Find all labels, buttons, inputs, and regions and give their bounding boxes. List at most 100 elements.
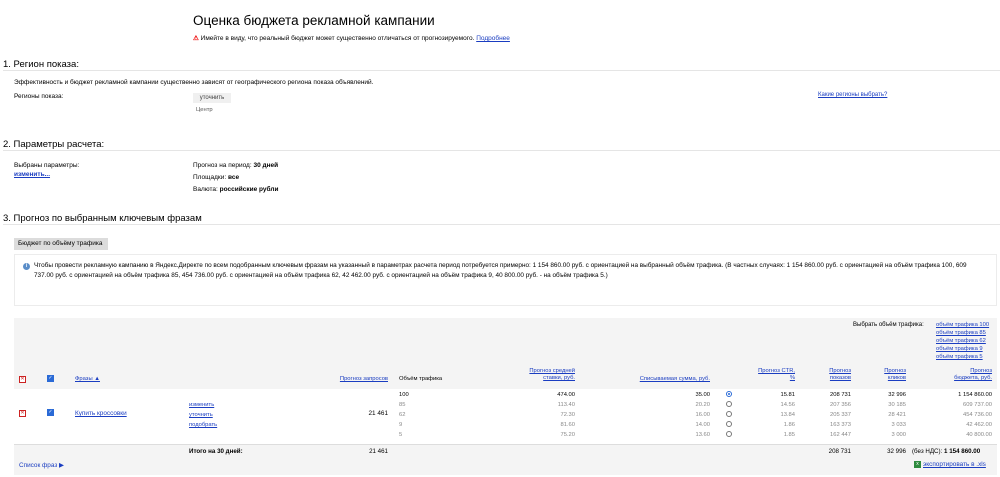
forecast-info-text: Чтобы провести рекламную кампанию в Янде… <box>34 262 967 279</box>
region-value: Центр <box>196 107 213 113</box>
params-section-title: 2. Параметры расчета: <box>3 139 105 150</box>
bid-value: 75.20 <box>560 432 575 438</box>
volume-link-85[interactable]: объём трафика 85 <box>936 329 989 337</box>
volume-link-5[interactable]: объём трафика 5 <box>936 353 989 361</box>
period-label: Прогноз на период: <box>193 162 252 169</box>
totals-divider <box>14 444 997 445</box>
phrase-link[interactable]: Купить кроссовки <box>75 410 127 417</box>
select-all-checkbox[interactable]: ✓ <box>47 375 54 382</box>
requests-header[interactable]: Прогноз запросов <box>315 376 388 383</box>
bid-value: 474.00 <box>557 392 575 398</box>
totals-budget-prefix: (без НДС): <box>912 448 943 455</box>
charged-value: 14.00 <box>695 422 710 428</box>
totals-impressions: 208 731 <box>828 448 851 455</box>
refine-phrase-link[interactable]: уточнить <box>189 412 213 418</box>
totals-requests: 21 461 <box>369 448 388 455</box>
refine-region-button[interactable]: уточнить <box>193 93 231 103</box>
currency-value: российские рубли <box>219 186 279 193</box>
traffic-volume-radio[interactable] <box>726 391 732 397</box>
clicks-value: 32 996 <box>888 392 906 398</box>
period-value: 30 дней <box>253 162 279 169</box>
ctr-header[interactable]: Прогноз CTR, % <box>755 368 795 382</box>
clicks-value: 30 185 <box>888 402 906 408</box>
export-xls-link[interactable]: экспортировать в .xls <box>923 461 986 468</box>
impressions-header[interactable]: Прогноз показов <box>815 368 851 382</box>
forecast-info-box: i Чтобы провести рекламную кампанию в Ян… <box>14 254 997 306</box>
warning-message: ⚠ Имейте в виду, что реальный бюджет мож… <box>193 34 510 42</box>
volume-link-100[interactable]: объём трафика 100 <box>936 321 989 329</box>
traffic-value: 62 <box>399 412 406 418</box>
section-divider <box>3 70 1000 71</box>
charged-value: 35.00 <box>695 392 710 398</box>
totals-clicks: 32 996 <box>887 448 906 455</box>
totals-budget-value: 1 154 860.00 <box>944 448 981 455</box>
edit-phrase-link[interactable]: изменить <box>189 402 214 408</box>
totals-budget: (без НДС): 1 154 860.00 <box>912 448 980 455</box>
page-title: Оценка бюджета рекламной кампании <box>193 13 435 28</box>
ctr-value: 1.85 <box>783 432 795 438</box>
clicks-value: 3 033 <box>891 422 906 428</box>
volume-link-62[interactable]: объём трафика 62 <box>936 337 989 345</box>
charged-value: 20.20 <box>695 402 710 408</box>
ctr-value: 15.81 <box>780 392 795 398</box>
traffic-volume-radio[interactable] <box>726 431 732 437</box>
ctr-value: 1.86 <box>783 422 795 428</box>
section-divider <box>3 224 1000 225</box>
excel-icon: x <box>914 461 921 468</box>
ctr-value: 13.84 <box>780 412 795 418</box>
period-param: Прогноз на период: 30 дней <box>193 162 278 169</box>
budget-value: 1 154 860.00 <box>958 392 992 398</box>
warning-text: Имейте в виду, что реальный бюджет может… <box>200 35 475 42</box>
totals-label: Итого на 30 дней: <box>189 448 243 455</box>
traffic-value: 9 <box>399 422 403 428</box>
traffic-header: Объём трафика <box>399 376 443 382</box>
clicks-value: 28 421 <box>888 412 906 418</box>
bid-header[interactable]: Прогноз средней ставки, руб. <box>515 368 575 382</box>
traffic-value: 5 <box>399 432 403 438</box>
currency-label: Валюта: <box>193 186 218 193</box>
pick-phrase-link[interactable]: подобрать <box>189 422 217 428</box>
bid-value: 81.60 <box>560 422 575 428</box>
volume-links: объём трафика 100 объём трафика 85 объём… <box>936 321 989 361</box>
tab-budget-by-traffic[interactable]: Бюджет по объёму трафика <box>14 238 108 250</box>
delete-all-checkbox[interactable]: ✕ <box>19 376 26 383</box>
sites-value: все <box>228 174 240 181</box>
impressions-value: 162 447 <box>830 432 851 438</box>
budget-header[interactable]: Прогноз бюджета, руб. <box>945 368 992 382</box>
traffic-volume-radio[interactable] <box>726 411 732 417</box>
traffic-volume-radio[interactable] <box>726 401 732 407</box>
clicks-header[interactable]: Прогноз кликов <box>872 368 906 382</box>
charged-value: 13.60 <box>695 432 710 438</box>
phrase-list-link[interactable]: Список фраз ▶ <box>19 461 64 469</box>
which-regions-link[interactable]: Какие регионы выбрать? <box>818 92 887 98</box>
change-params-link[interactable]: изменить... <box>14 171 50 178</box>
clicks-value: 3 000 <box>891 432 906 438</box>
sites-param: Площадки: все <box>193 174 239 181</box>
bid-value: 113.40 <box>557 402 575 408</box>
impressions-value: 205 337 <box>830 412 851 418</box>
forecast-section-title: 3. Прогноз по выбранным ключевым фразам <box>3 213 202 224</box>
phrase-checkbox[interactable]: ✓ <box>47 409 54 416</box>
traffic-value: 85 <box>399 402 406 408</box>
volume-link-9[interactable]: объём трафика 9 <box>936 345 989 353</box>
impressions-value: 207 356 <box>830 402 851 408</box>
impressions-value: 208 731 <box>830 392 851 398</box>
charged-header[interactable]: Списываемая сумма, руб. <box>620 376 710 383</box>
section-divider <box>3 150 1000 151</box>
ctr-value: 14.56 <box>780 402 795 408</box>
export-xls[interactable]: x экспортировать в .xls <box>914 461 986 468</box>
budget-value: 42 462.00 <box>966 422 992 428</box>
impressions-value: 163 373 <box>830 422 851 428</box>
more-info-link[interactable]: Подробнее <box>476 35 510 42</box>
traffic-volume-radio[interactable] <box>726 421 732 427</box>
region-description: Эффективность и бюджет рекламной кампани… <box>14 79 374 86</box>
sites-label: Площадки: <box>193 174 227 181</box>
traffic-value: 100 <box>399 392 409 398</box>
budget-value: 454 736.00 <box>962 412 992 418</box>
bid-value: 72.30 <box>560 412 575 418</box>
currency-param: Валюта: российские рубли <box>193 186 278 193</box>
sort-phrases-header[interactable]: Фразы ▲ <box>75 376 100 382</box>
params-label: Выбраны параметры: <box>14 162 80 169</box>
delete-phrase-checkbox[interactable]: ✕ <box>19 410 26 417</box>
warning-icon: ⚠ <box>193 35 199 42</box>
